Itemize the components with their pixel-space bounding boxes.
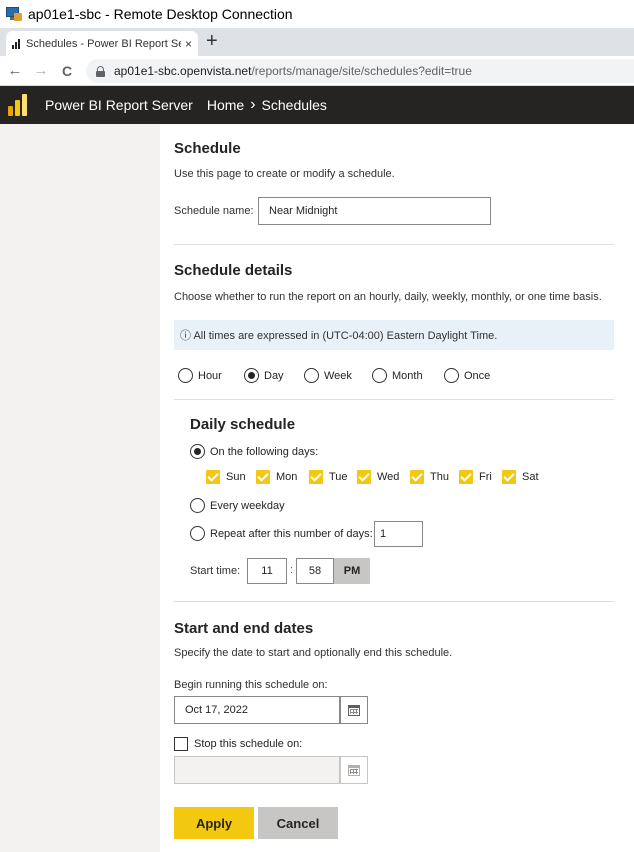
- schedule-details-title: Schedule details: [174, 262, 293, 279]
- checkmark-icon: [502, 470, 516, 484]
- breadcrumb-home[interactable]: Home: [207, 97, 244, 113]
- checkmark-icon: [357, 470, 371, 484]
- schedule-name-label: Schedule name:: [174, 205, 254, 217]
- brand-name[interactable]: Power BI Report Server: [45, 97, 193, 113]
- schedule-description: Use this page to create or modify a sche…: [174, 168, 395, 180]
- reload-button[interactable]: C: [56, 63, 78, 79]
- repeat-days-input[interactable]: 1: [374, 521, 423, 547]
- address-bar[interactable]: ap01e1-sbc.openvista.net/reports/manage/…: [86, 59, 634, 83]
- section-divider: [174, 601, 614, 602]
- every-weekday-radio[interactable]: Every weekday: [190, 498, 285, 513]
- begin-date-label: Begin running this schedule on:: [174, 679, 328, 691]
- browser-toolbar: ← → C ap01e1-sbc.openvista.net/reports/m…: [0, 56, 634, 86]
- calendar-icon: [348, 704, 360, 716]
- apply-button[interactable]: Apply: [174, 807, 254, 839]
- repeat-days-radio[interactable]: Repeat after this number of days:: [190, 526, 373, 541]
- power-bi-favicon-icon: [12, 38, 20, 49]
- frequency-day-radio[interactable]: Day: [244, 368, 284, 383]
- back-button[interactable]: ←: [4, 62, 26, 79]
- stop-date-calendar-button[interactable]: [340, 756, 368, 784]
- daily-schedule-title: Daily schedule: [190, 416, 296, 433]
- frequency-week-radio[interactable]: Week: [304, 368, 352, 383]
- day-checkbox-wed[interactable]: Wed: [357, 470, 399, 484]
- new-tab-button[interactable]: +: [206, 30, 218, 53]
- cancel-button[interactable]: Cancel: [258, 807, 338, 839]
- start-end-dates-title: Start and end dates: [174, 620, 314, 637]
- day-checkbox-sun[interactable]: Sun: [206, 470, 246, 484]
- remote-desktop-title-bar: ap01e1-sbc - Remote Desktop Connection: [0, 0, 634, 28]
- start-time-label: Start time:: [190, 565, 241, 577]
- day-checkbox-sat[interactable]: Sat: [502, 470, 539, 484]
- start-minute-input[interactable]: 58: [296, 558, 334, 584]
- calendar-icon: [348, 764, 360, 776]
- power-bi-logo: [8, 94, 27, 116]
- forward-button[interactable]: →: [30, 62, 52, 79]
- breadcrumb-separator-icon: ›: [250, 96, 256, 113]
- lock-icon: [96, 65, 105, 77]
- checkmark-icon: [256, 470, 270, 484]
- breadcrumb-current: Schedules: [261, 97, 327, 113]
- frequency-hour-radio[interactable]: Hour: [178, 368, 222, 383]
- checkmark-icon: [206, 470, 220, 484]
- schedule-title: Schedule: [174, 140, 241, 157]
- checkmark-icon: [459, 470, 473, 484]
- schedule-name-input[interactable]: Near Midnight: [258, 197, 491, 225]
- browser-tab-schedules[interactable]: Schedules - Power BI Report Serv ×: [6, 31, 198, 56]
- tab-close-icon[interactable]: ×: [185, 37, 192, 51]
- unchecked-box-icon: [174, 737, 188, 751]
- start-hour-input[interactable]: 11: [247, 558, 287, 584]
- schedule-details-description: Choose whether to run the report on an h…: [174, 291, 602, 303]
- frequency-once-radio[interactable]: Once: [444, 368, 490, 383]
- timezone-info-bar: ⓘ All times are expressed in (UTC-04:00)…: [174, 320, 614, 350]
- app-header: Power BI Report Server Home › Schedules: [0, 86, 634, 124]
- url-host: ap01e1-sbc.openvista.net: [114, 64, 252, 78]
- section-divider: [174, 244, 614, 245]
- following-days-radio[interactable]: On the following days:: [190, 444, 318, 459]
- am-pm-toggle[interactable]: PM: [334, 558, 370, 584]
- remote-desktop-title: ap01e1-sbc - Remote Desktop Connection: [28, 6, 293, 22]
- browser-tab-strip: Schedules - Power BI Report Serv ×: [0, 28, 634, 56]
- checkmark-icon: [410, 470, 424, 484]
- checkmark-icon: [309, 470, 323, 484]
- stop-schedule-checkbox[interactable]: Stop this schedule on:: [174, 737, 302, 751]
- frequency-month-radio[interactable]: Month: [372, 368, 423, 383]
- day-checkbox-fri[interactable]: Fri: [459, 470, 492, 484]
- day-checkbox-mon[interactable]: Mon: [256, 470, 297, 484]
- time-colon: :: [290, 564, 294, 576]
- begin-date-input[interactable]: Oct 17, 2022: [174, 696, 340, 724]
- begin-date-calendar-button[interactable]: [340, 696, 368, 724]
- start-end-dates-description: Specify the date to start and optionally…: [174, 647, 453, 659]
- day-checkbox-thu[interactable]: Thu: [410, 470, 449, 484]
- day-checkbox-tue[interactable]: Tue: [309, 470, 348, 484]
- remote-desktop-icon: [6, 6, 22, 22]
- url-path: /reports/manage/site/schedules?edit=true: [251, 64, 472, 78]
- left-sidebar: [0, 124, 160, 852]
- tab-title: Schedules - Power BI Report Serv: [26, 37, 181, 50]
- stop-date-input[interactable]: [174, 756, 340, 784]
- section-divider: [174, 399, 614, 400]
